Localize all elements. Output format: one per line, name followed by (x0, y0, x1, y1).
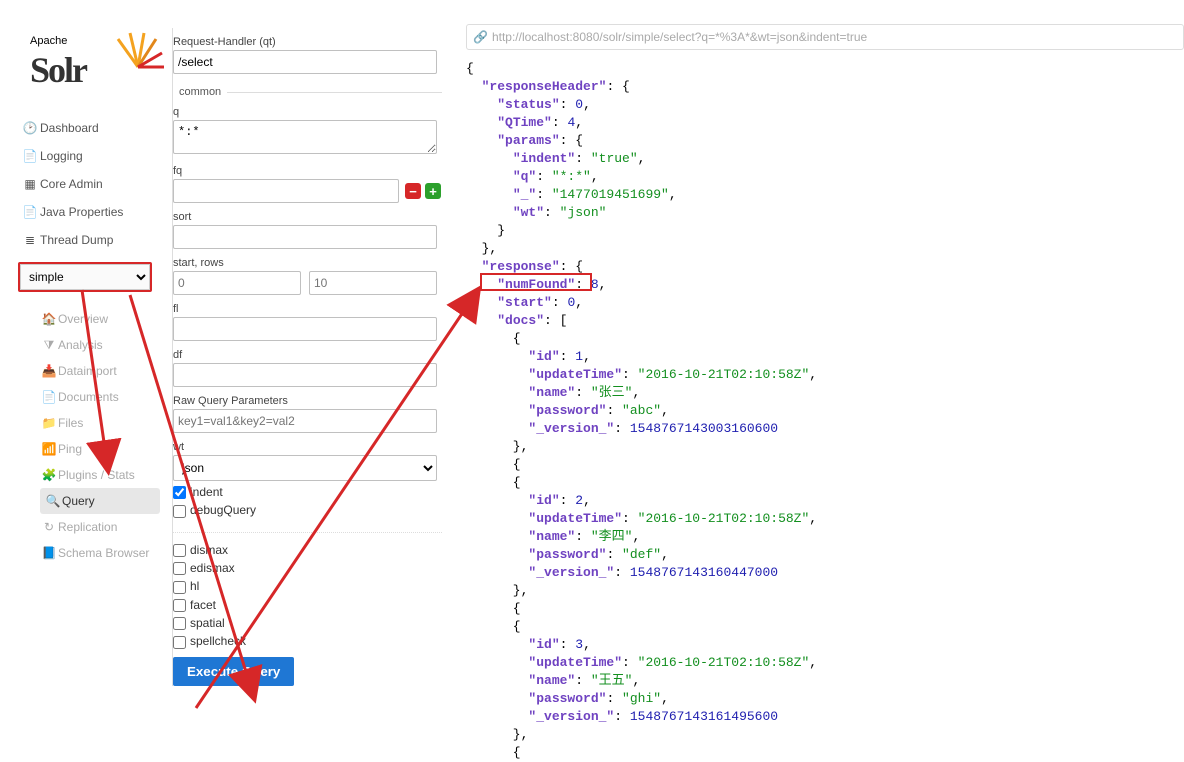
hl-checkbox[interactable] (173, 581, 186, 594)
nav-thread-dump-label: Thread Dump (40, 233, 113, 247)
df-label: df (173, 349, 442, 361)
subnav-files-label: Files (58, 416, 83, 430)
indent-label: indent (190, 485, 223, 499)
subnav-analysis[interactable]: ⧩Analysis (40, 332, 160, 358)
hl-label: hl (190, 579, 199, 593)
spatial-label: spatial (190, 616, 225, 630)
query-url-text: http://localhost:8080/solr/simple/select… (492, 30, 867, 44)
nav-thread-dump[interactable]: ≣Thread Dump (20, 226, 160, 254)
spellcheck-checkbox[interactable] (173, 636, 186, 649)
doc-icon: 📄 (20, 142, 40, 170)
subnav-overview-label: Overview (58, 312, 108, 326)
link-icon: 🔗 (473, 30, 488, 44)
subnav-analysis-label: Analysis (58, 338, 103, 352)
nav-logging-label: Logging (40, 149, 83, 163)
home-icon: 🏠 (40, 306, 58, 332)
import-icon: 📥 (40, 358, 58, 384)
thread-icon: ≣ (20, 226, 40, 254)
subnav-documents[interactable]: 📄Documents (40, 384, 160, 410)
folder-icon: 📁 (40, 410, 58, 436)
sort-label: sort (173, 211, 442, 223)
subnav-plugins-label: Plugins / Stats (58, 468, 135, 482)
fq-remove-button[interactable]: − (405, 183, 421, 199)
subnav-replication[interactable]: ↻Replication (40, 514, 160, 540)
fl-input[interactable] (173, 317, 437, 341)
subnav-query-label: Query (62, 494, 95, 508)
q-input[interactable]: *:* (173, 120, 437, 154)
subnav-files[interactable]: 📁Files (40, 410, 160, 436)
dismax-checkbox[interactable] (173, 544, 186, 557)
gauge-icon: 🕑 (20, 114, 40, 142)
funnel-icon: ⧩ (40, 332, 58, 358)
fl-label: fl (173, 303, 442, 315)
nav-dashboard[interactable]: 🕑Dashboard (20, 114, 160, 142)
query-url-bar[interactable]: 🔗 http://localhost:8080/solr/simple/selec… (466, 24, 1184, 50)
numfound-highlight (480, 273, 592, 291)
indent-checkbox[interactable] (173, 486, 186, 499)
q-label: q (173, 106, 442, 118)
qt-label: Request-Handler (qt) (173, 36, 442, 48)
logo-apache: Apache (30, 35, 67, 47)
ping-icon: 📶 (40, 436, 58, 462)
spellcheck-label: spellcheck (190, 634, 246, 648)
divider (173, 532, 442, 533)
core-selector-highlight: simple (18, 262, 152, 292)
logo-solr: Solr (30, 49, 86, 91)
subnav-plugins[interactable]: 🧩Plugins / Stats (40, 462, 160, 488)
core-selector[interactable]: simple (20, 264, 150, 290)
subnav-query[interactable]: 🔍Query (40, 488, 160, 514)
subnav-documents-label: Documents (58, 390, 119, 404)
docs-icon: 📄 (40, 384, 58, 410)
rawq-label: Raw Query Parameters (173, 395, 442, 407)
nav-core-admin[interactable]: ▦Core Admin (20, 170, 160, 198)
spatial-checkbox[interactable] (173, 617, 186, 630)
facet-checkbox[interactable] (173, 599, 186, 612)
fq-input[interactable] (173, 179, 399, 203)
rows-input[interactable] (309, 271, 437, 295)
debugquery-label: debugQuery (190, 503, 256, 517)
book-icon: 📘 (40, 540, 58, 566)
sync-icon: ↻ (40, 514, 58, 540)
search-icon: 🔍 (44, 488, 62, 514)
nav-java-props[interactable]: 📄Java Properties (20, 198, 160, 226)
subnav-replication-label: Replication (58, 520, 117, 534)
df-input[interactable] (173, 363, 437, 387)
subnav-schema[interactable]: 📘Schema Browser (40, 540, 160, 566)
rawq-input[interactable] (173, 409, 437, 433)
json-response: { "responseHeader": { "status": 0, "QTim… (466, 60, 1184, 762)
sun-icon (112, 29, 164, 81)
subnav-overview[interactable]: 🏠Overview (40, 306, 160, 332)
plugin-icon: 🧩 (40, 462, 58, 488)
subnav-dataimport-label: Dataimport (58, 364, 117, 378)
qt-input[interactable] (173, 50, 437, 74)
debugquery-checkbox[interactable] (173, 505, 186, 518)
execute-query-button[interactable]: Execute Query (173, 657, 294, 686)
startrows-label: start, rows (173, 257, 442, 269)
fq-label: fq (173, 165, 442, 177)
edismax-label: edismax (190, 561, 235, 575)
subnav-schema-label: Schema Browser (58, 546, 149, 560)
nav-dashboard-label: Dashboard (40, 121, 99, 135)
edismax-checkbox[interactable] (173, 562, 186, 575)
wt-select[interactable]: json (173, 455, 437, 481)
nav-logging[interactable]: 📄Logging (20, 142, 160, 170)
subnav-ping[interactable]: 📶Ping (40, 436, 160, 462)
common-legend: common (173, 86, 227, 98)
fq-add-button[interactable]: + (425, 183, 441, 199)
subnav-ping-label: Ping (58, 442, 82, 456)
dismax-label: dismax (190, 543, 228, 557)
java-icon: 📄 (20, 198, 40, 226)
nav-java-props-label: Java Properties (40, 205, 123, 219)
nav-core-admin-label: Core Admin (40, 177, 103, 191)
start-input[interactable] (173, 271, 301, 295)
wt-label: wt (173, 441, 442, 453)
sort-input[interactable] (173, 225, 437, 249)
facet-label: facet (190, 598, 216, 612)
subnav-dataimport[interactable]: 📥Dataimport (40, 358, 160, 384)
grid-icon: ▦ (20, 170, 40, 198)
